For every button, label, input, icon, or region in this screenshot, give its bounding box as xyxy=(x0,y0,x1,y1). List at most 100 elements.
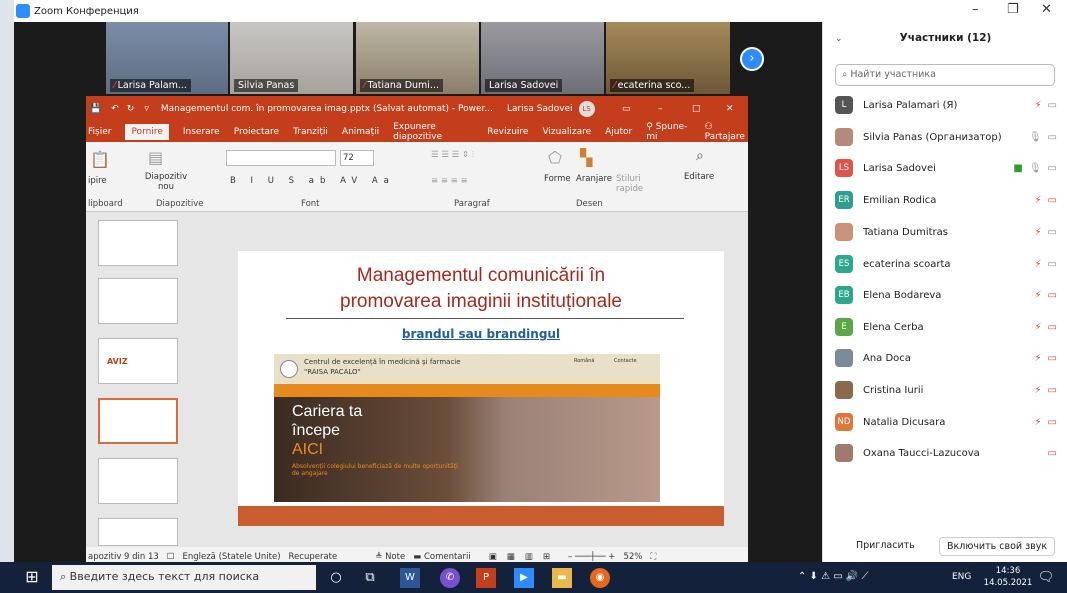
current-slide[interactable]: Managementul comunicării în promovarea i… xyxy=(238,251,724,526)
invite-button[interactable]: Пригласить xyxy=(849,537,922,554)
tab-slideshow[interactable]: Expunere diapozitive xyxy=(393,122,473,142)
cortana-icon[interactable]: ○ xyxy=(326,568,346,588)
clock-date[interactable]: 14.05.2021 xyxy=(980,578,1036,588)
notes-button[interactable]: ≜ Note xyxy=(375,552,405,562)
word-icon[interactable]: W xyxy=(400,568,420,588)
editing-button[interactable]: Editare xyxy=(684,172,714,182)
tab-home[interactable]: Pornire xyxy=(125,124,169,140)
slide-bottom-band xyxy=(238,506,724,526)
unmute-button[interactable]: Включить свой звук xyxy=(939,537,1056,556)
windows-start-icon[interactable]: ⊞ xyxy=(22,567,42,587)
group-slides: Diapozitive xyxy=(156,199,204,209)
tab-file[interactable]: Fișier xyxy=(88,127,111,137)
participant-row[interactable]: EB Elena Bodareva ⚡ ▭ xyxy=(835,284,1057,306)
font-name-select[interactable] xyxy=(226,150,336,166)
participant-row[interactable]: LS Larisa Sadovei ■ 🎙 ▭ xyxy=(835,157,1057,179)
font-format-buttons[interactable]: B I U S ab AV Aa xyxy=(230,176,395,186)
participant-row[interactable]: Tatiana Dumitras ⚡ ▭ xyxy=(835,221,1057,243)
recovered-status[interactable]: Recuperate xyxy=(289,552,338,562)
video-thumb[interactable]: ⁄ Tatiana Dumi... xyxy=(356,22,479,94)
thumb-name: Larisa Sadovei xyxy=(489,80,559,91)
shapes-icon[interactable]: ⬠ xyxy=(548,148,562,167)
tab-insert[interactable]: Inserare xyxy=(183,127,220,137)
align-buttons[interactable]: ≡ ≡ ≡ ≡ xyxy=(431,176,468,186)
maximize-icon[interactable]: ❐ xyxy=(1007,2,1019,17)
slide-thumb[interactable] xyxy=(98,278,178,324)
task-view-icon[interactable]: ⧉ xyxy=(360,568,380,588)
web-hero: Cariera ta începe AICI Absolvenții coleg… xyxy=(274,397,660,502)
slide-thumb[interactable]: AVIZ xyxy=(98,338,178,384)
new-slide-icon[interactable]: ▤ xyxy=(148,148,163,167)
tab-transitions[interactable]: Tranziții xyxy=(293,127,328,137)
tab-help[interactable]: Ajutor xyxy=(605,127,632,137)
participant-row[interactable]: Ana Doca ⚡ ▭ xyxy=(835,347,1057,369)
quick-styles-button[interactable]: Stiluri rapide xyxy=(616,174,648,194)
ppt-minimize-icon[interactable]: – xyxy=(658,104,663,114)
input-language[interactable]: ENG xyxy=(952,572,971,582)
notifications-icon[interactable]: 🗨 xyxy=(1036,568,1056,588)
undo-icon[interactable]: ↶ xyxy=(111,104,119,114)
shapes-button[interactable]: Forme xyxy=(544,174,571,184)
participant-row[interactable]: L Larisa Palamari (Я) ⚡ ▭ xyxy=(835,94,1057,116)
participant-row[interactable]: Oxana Taucci-Lazucova ▭ xyxy=(835,442,1057,464)
slide-thumb-selected[interactable] xyxy=(98,398,178,444)
firefox-icon[interactable]: ◉ xyxy=(590,568,610,588)
paste-label[interactable]: ipire xyxy=(88,176,107,186)
video-thumb[interactable]: Silvia Panas xyxy=(230,22,353,94)
minimize-icon[interactable]: – xyxy=(972,2,979,17)
powerpoint-icon[interactable]: P xyxy=(476,568,496,588)
slide-thumb[interactable] xyxy=(98,458,178,504)
tab-animations[interactable]: Animații xyxy=(342,127,379,137)
participant-row[interactable]: Cristina Iurii ⚡ ▭ xyxy=(835,379,1057,401)
comments-button[interactable]: ▬ Comentarii xyxy=(413,552,471,562)
tray-icons[interactable]: ⌃ ⬇ ⚠ ▭ 🔊 ⟋ xyxy=(798,571,869,582)
zoom-level[interactable]: 52% xyxy=(623,552,642,562)
tab-view[interactable]: Vizualizare xyxy=(542,127,591,137)
participant-row[interactable]: ER Emilian Rodica ⚡ ▭ xyxy=(835,189,1057,211)
tab-share[interactable]: ⚇ Partajare xyxy=(705,122,748,142)
spelling-icon[interactable]: ☐ xyxy=(167,552,175,562)
camera-off-icon: ▭ xyxy=(1047,352,1057,364)
arrange-button[interactable]: Aranjare xyxy=(576,174,612,184)
qat-more-icon[interactable]: ▿ xyxy=(144,104,149,114)
close-icon[interactable]: ✕ xyxy=(1041,2,1052,17)
font-size-select[interactable]: 72 xyxy=(340,150,374,166)
taskbar-search-input[interactable]: ⌕ Введите здесь текст для поиска xyxy=(52,565,316,590)
fit-slide-icon[interactable]: ⛶ xyxy=(650,552,656,562)
file-explorer-icon[interactable]: ▬ xyxy=(552,568,572,588)
video-thumb[interactable]: ⁄ ecaterina sco... xyxy=(606,22,730,94)
paste-icon[interactable]: 📋 xyxy=(90,150,110,169)
camera-off-icon: ▭ xyxy=(1047,321,1057,333)
participant-name: Oxana Taucci-Lazucova xyxy=(863,447,980,459)
participant-row[interactable]: E Elena Cerba ⚡ ▭ xyxy=(835,316,1057,338)
participant-row[interactable]: ND Natalia Dicusara ⚡ ▭ xyxy=(835,411,1057,433)
view-buttons[interactable]: ▣▦▥⊞ xyxy=(489,552,560,562)
find-icon[interactable]: ⌕ xyxy=(696,148,704,164)
redo-icon[interactable]: ↻ xyxy=(127,104,135,114)
video-thumb[interactable]: ⁄ Larisa Palam... xyxy=(106,22,228,94)
ppt-maximize-icon[interactable]: □ xyxy=(692,104,701,114)
user-name[interactable]: Larisa Sadovei xyxy=(507,104,573,114)
video-thumb[interactable]: Larisa Sadovei xyxy=(481,22,604,94)
tab-design[interactable]: Proiectare xyxy=(234,127,279,137)
slide-thumb[interactable] xyxy=(98,220,178,266)
arrange-icon[interactable]: ▚ xyxy=(580,148,592,167)
participant-row[interactable]: Silvia Panas (Организатор) 🎙 ▭ xyxy=(835,126,1057,148)
participant-row[interactable]: ES ecaterina scoarta ⚡ ▭ xyxy=(835,253,1057,275)
participant-search-input[interactable]: ⌕ Найти участника xyxy=(835,64,1055,86)
user-avatar[interactable]: LS xyxy=(578,101,595,117)
save-icon[interactable]: 💾 xyxy=(90,104,101,114)
list-buttons[interactable]: ☰ ☰ ☰ ⇕ ⫶ xyxy=(431,150,474,160)
tab-review[interactable]: Revizuire xyxy=(487,127,528,137)
zoom-slider[interactable]: – ───┼── + xyxy=(568,552,615,562)
ppt-close-icon[interactable]: ✕ xyxy=(726,104,734,114)
language-status[interactable]: Engleză (Statele Unite) xyxy=(182,552,280,562)
slide-thumb[interactable] xyxy=(98,518,178,546)
viber-icon[interactable]: ✆ xyxy=(440,568,460,588)
tab-tell-me[interactable]: ⚲ Spune-mi xyxy=(646,122,690,142)
next-page-button[interactable]: › xyxy=(740,47,764,71)
ribbon-display-icon[interactable]: ▭ xyxy=(622,104,631,114)
zoom-taskbar-icon[interactable]: ▶ xyxy=(514,568,534,588)
clock-time[interactable]: 14:36 xyxy=(988,566,1028,576)
new-slide-button[interactable]: Diapozitiv nou xyxy=(144,172,188,192)
